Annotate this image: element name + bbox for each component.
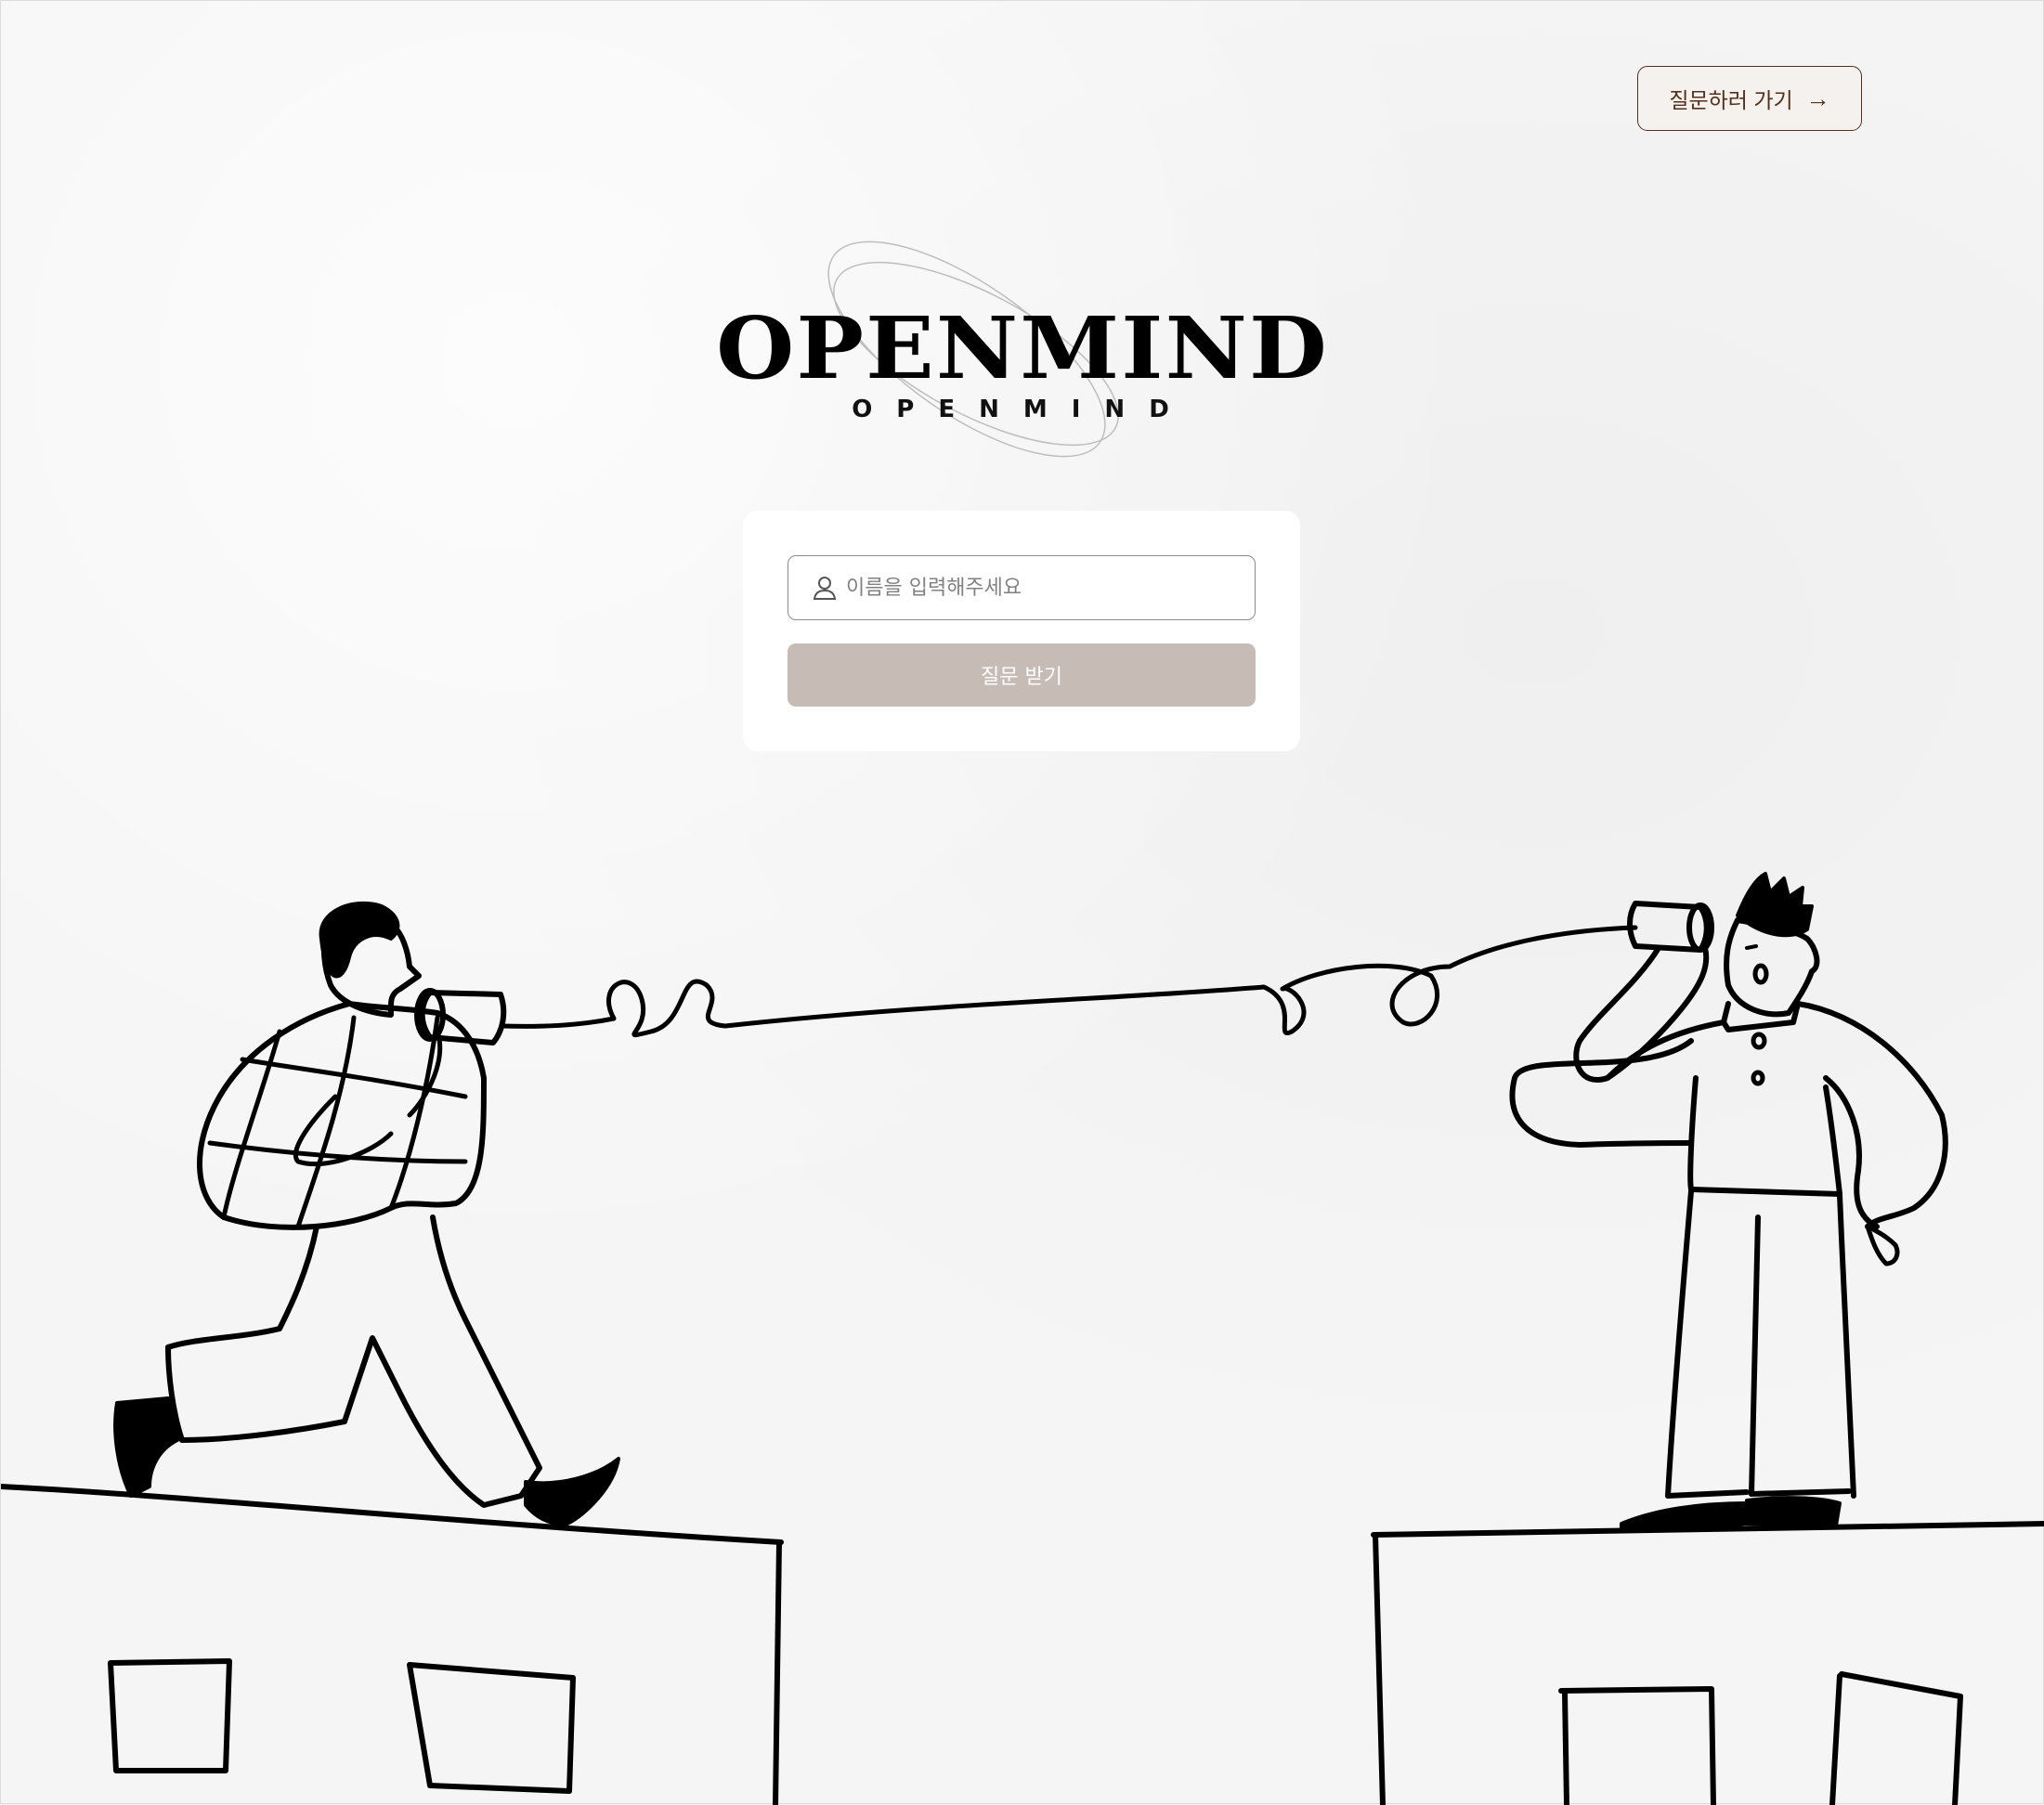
name-input[interactable] xyxy=(844,575,1238,601)
landing-page: 질문하러 가기 → OPENMIND OPENMIND 질문 받기 xyxy=(0,0,2044,1805)
user-icon xyxy=(813,577,837,600)
go-to-question-button[interactable]: 질문하러 가기 → xyxy=(1637,66,1862,131)
name-input-container[interactable] xyxy=(788,555,1256,620)
arrow-right-icon: → xyxy=(1805,84,1830,112)
go-to-question-label: 질문하러 가기 xyxy=(1669,88,1793,112)
name-form-card: 질문 받기 xyxy=(743,511,1300,751)
receive-question-button[interactable]: 질문 받기 xyxy=(788,643,1256,707)
logo-subtitle: OPENMIND xyxy=(852,396,1193,423)
logo-wordmark: OPENMIND xyxy=(716,298,1329,398)
openmind-logo: OPENMIND OPENMIND xyxy=(688,224,1357,484)
